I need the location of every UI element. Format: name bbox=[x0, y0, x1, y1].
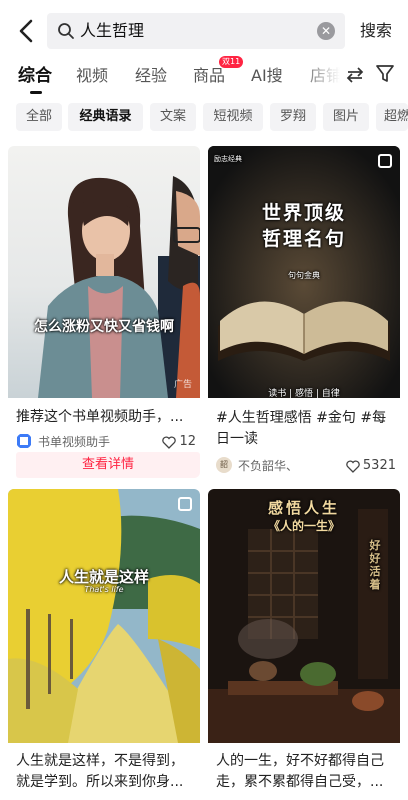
search-query-text: 人生哲理 bbox=[80, 21, 145, 40]
search-input[interactable]: 人生哲理 ✕ bbox=[47, 13, 345, 49]
note-card[interactable]: 励志经典 世界顶级 哲理名句 句句金典 读书 | 感悟 | 自律 #人生哲理感悟… bbox=[208, 146, 400, 478]
filter-icon[interactable] bbox=[376, 64, 394, 84]
cover-subtitle: 《人的一生》 bbox=[267, 519, 340, 533]
tab-experience[interactable]: 经验 bbox=[135, 64, 167, 88]
like-count-text: 12 bbox=[179, 434, 196, 449]
chip-images[interactable]: 图片 bbox=[323, 103, 369, 131]
multi-image-icon bbox=[378, 154, 392, 168]
author-avatar bbox=[17, 434, 31, 448]
ad-label: 广告 bbox=[173, 380, 192, 390]
note-cover-image: 感悟人生 《人的一生》 好好活着 bbox=[208, 489, 400, 743]
cover-title-line-1: 世界顶级 bbox=[261, 202, 346, 224]
cover-caption-english: That's life bbox=[84, 585, 124, 594]
tab-video[interactable]: 视频 bbox=[76, 64, 108, 88]
chip-epic[interactable]: 超燃 bbox=[376, 103, 408, 131]
chip-classic-quotes[interactable]: 经典语录 bbox=[68, 103, 143, 131]
author-name[interactable]: 书单视频助手 bbox=[38, 434, 110, 450]
clear-icon[interactable]: ✕ bbox=[317, 22, 335, 40]
note-meta: 韶 不负韶华、 5321 bbox=[216, 457, 396, 475]
woman-portrait-illustration bbox=[38, 176, 200, 398]
multi-image-icon bbox=[178, 497, 192, 511]
chip-luoxiang[interactable]: 罗翔 bbox=[270, 103, 316, 131]
back-arrow-icon[interactable] bbox=[14, 18, 38, 44]
note-cover-image: 励志经典 世界顶级 哲理名句 句句金典 读书 | 感悟 | 自律 bbox=[208, 146, 400, 398]
cover-title-line-2: 哲理名句 bbox=[261, 228, 346, 250]
like-count-text: 5321 bbox=[362, 458, 396, 473]
note-title: #人生哲理感悟 #金句 #每日一读 bbox=[216, 410, 387, 447]
note-title: 人生就是这样，不是得到，就是学到。所以来到你身... bbox=[16, 753, 184, 790]
note-title: 人的一生，好不好都得自己走，累不累都得自己受，... bbox=[216, 753, 384, 790]
note-card[interactable]: 人生就是这样 That's life 人生就是这样，不是得到，就是学到。所以来到… bbox=[8, 489, 200, 800]
corner-label: 励志经典 bbox=[214, 155, 242, 163]
chip-all[interactable]: 全部 bbox=[16, 103, 62, 131]
tab-goods[interactable]: 商品 bbox=[193, 64, 225, 88]
heart-icon bbox=[346, 459, 360, 473]
cover-footer: 读书 | 感悟 | 自律 bbox=[268, 389, 340, 398]
note-card[interactable]: 怎么涨粉又快又省钱啊 广告 推荐这个书单视频助手，... 书单视频助手 12 查… bbox=[8, 146, 200, 478]
view-details-button[interactable]: 查看详情 bbox=[16, 452, 200, 478]
ginkgo-road-illustration bbox=[8, 489, 200, 743]
swap-layout-icon[interactable] bbox=[346, 66, 364, 84]
cover-caption: 人生就是这样 bbox=[58, 568, 149, 586]
cover-title: 感悟人生 bbox=[267, 499, 340, 517]
note-cover-image: 怎么涨粉又快又省钱啊 广告 bbox=[8, 146, 200, 398]
cover-vertical-calligraphy: 好好活着 bbox=[369, 539, 381, 591]
video-caption: 怎么涨粉又快又省钱啊 bbox=[34, 319, 174, 335]
author-name[interactable]: 不负韶华、 bbox=[238, 458, 298, 474]
note-cover-image: 人生就是这样 That's life bbox=[8, 489, 200, 743]
tab-comprehensive[interactable]: 综合 bbox=[18, 64, 52, 88]
chip-short-video[interactable]: 短视频 bbox=[203, 103, 263, 131]
like-count[interactable]: 5321 bbox=[346, 457, 396, 475]
heart-icon bbox=[162, 435, 177, 449]
note-title: 推荐这个书单视频助手，... bbox=[16, 409, 184, 425]
search-icon bbox=[58, 23, 74, 39]
note-meta: 书单视频助手 12 bbox=[16, 433, 196, 451]
chip-copywriting[interactable]: 文案 bbox=[150, 103, 196, 131]
cover-subtitle: 句句金典 bbox=[288, 271, 320, 280]
note-card[interactable]: 感悟人生 《人的一生》 好好活着 人的一生，好不好都得自己走，累不累都得自己受，… bbox=[208, 489, 400, 800]
search-button[interactable]: 搜索 bbox=[360, 20, 392, 42]
author-avatar: 韶 bbox=[216, 457, 232, 473]
search-header: 人生哲理 ✕ 搜索 bbox=[0, 10, 408, 52]
double11-badge: 双11 bbox=[219, 56, 244, 68]
keyword-chips: 全部 经典语录 文案 短视频 罗翔 图片 超燃 bbox=[0, 103, 408, 131]
tab-ai-search[interactable]: AI搜 bbox=[251, 64, 283, 88]
active-tab-indicator bbox=[30, 91, 42, 94]
like-count[interactable]: 12 bbox=[162, 433, 196, 451]
